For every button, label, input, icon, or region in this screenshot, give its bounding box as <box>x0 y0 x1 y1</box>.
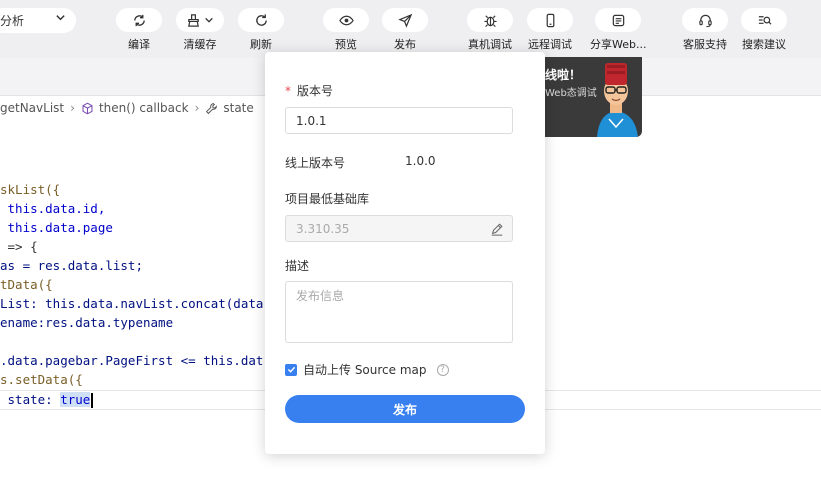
publish-dialog: * 版本号 1.0.1 线上版本号 1.0.0 项目最低基础库 3.310.35 … <box>265 52 545 454</box>
device-debug-button[interactable]: 真机调试 <box>467 8 513 54</box>
sourcemap-row: 自动上传 Source map ? <box>285 361 449 378</box>
code-line: s.setData({ <box>0 372 83 387</box>
clear-cache-label: 清缓存 <box>183 38 217 51</box>
code-line-current: state: true <box>0 390 94 409</box>
breadcrumb-item-then-callback[interactable]: then() callback <box>81 101 189 115</box>
bug-icon <box>483 14 497 27</box>
version-label: * 版本号 <box>285 84 334 98</box>
breadcrumb-item-state[interactable]: state <box>205 101 254 115</box>
refresh-icon <box>255 13 267 26</box>
code-line: as = res.data.list; <box>0 258 143 273</box>
compile-button[interactable]: 编译 <box>116 8 162 54</box>
promo-title: 线啦！ <box>545 68 582 82</box>
code-line: List: this.data.navList.concat(data <box>0 296 264 311</box>
headset-icon <box>698 14 712 27</box>
share-doc-icon <box>612 14 624 26</box>
description-label: 描述 <box>285 259 310 273</box>
mode-select-value: 分析 <box>0 14 25 28</box>
code-line: ename:res.data.typename <box>0 315 174 330</box>
paper-plane-icon <box>397 13 412 28</box>
min-lib-input: 3.310.35 <box>285 215 513 242</box>
version-input[interactable]: 1.0.1 <box>285 107 513 134</box>
text-caret <box>91 393 94 408</box>
clear-cache-button[interactable]: 清缓存 <box>176 8 224 54</box>
remote-debug-button[interactable]: 远程调试 <box>527 8 573 54</box>
help-icon[interactable]: ? <box>436 363 449 376</box>
publish-toolbar-label: 发布 <box>394 38 416 51</box>
refresh-cycle-icon <box>133 14 145 26</box>
min-lib-label: 项目最低基础库 <box>285 192 370 206</box>
chevron-down-icon <box>205 17 213 23</box>
refresh-button[interactable]: 刷新 <box>238 8 284 54</box>
share-web-button[interactable]: 分享Web... <box>590 8 646 54</box>
publish-toolbar-button[interactable]: 发布 <box>382 8 428 54</box>
min-lib-value: 3.310.35 <box>296 221 350 236</box>
code-line: => { <box>0 239 38 254</box>
preview-button[interactable]: 预览 <box>323 8 369 54</box>
description-textarea[interactable]: 发布信息 <box>285 281 513 343</box>
sourcemap-label: 自动上传 Source map <box>303 363 427 377</box>
compile-label: 编译 <box>128 38 150 51</box>
cube-icon <box>82 102 93 114</box>
wrench-icon <box>206 102 218 114</box>
code-line: .data.pagebar.PageFirst <= this.dat <box>0 353 264 368</box>
share-web-label: 分享Web... <box>590 38 647 51</box>
preview-label: 预览 <box>335 38 357 51</box>
refresh-label: 刷新 <box>250 38 272 51</box>
broom-icon <box>188 13 199 27</box>
code-line: skList({ <box>0 182 61 197</box>
search-list-icon <box>758 15 771 25</box>
eye-icon <box>338 15 354 25</box>
toolbar: 分析 编译 清缓存 刷新 预览 发布 真机调试 远程调试 分享Web... 客服… <box>0 0 821 58</box>
required-asterisk: * <box>285 84 291 98</box>
online-version-value: 1.0.0 <box>405 154 436 168</box>
breadcrumb-separator: › <box>194 101 200 115</box>
description-placeholder: 发布信息 <box>296 289 345 303</box>
support-button[interactable]: 客服支持 <box>682 8 728 54</box>
selected-token: true <box>60 392 91 407</box>
code-line: this.data.id, <box>0 201 106 216</box>
publish-button[interactable]: 发布 <box>285 395 525 423</box>
promo-banner[interactable]: 线啦！ Web态调试 <box>545 57 642 137</box>
phone-icon <box>546 13 554 27</box>
breadcrumb-label: then() callback <box>98 101 189 115</box>
pencil-icon[interactable] <box>490 222 504 236</box>
search-advice-label: 搜索建议 <box>742 38 786 51</box>
breadcrumb-separator: › <box>70 101 75 115</box>
promo-subtitle: Web态调试 <box>545 88 597 99</box>
device-debug-label: 真机调试 <box>468 38 512 51</box>
search-advice-button[interactable]: 搜索建议 <box>741 8 787 54</box>
breadcrumb-item-getnavlist[interactable]: getNavList <box>0 101 64 115</box>
code-line: this.data.page <box>0 220 113 235</box>
remote-debug-label: 远程调试 <box>528 38 572 51</box>
mascot-illustration <box>597 63 638 137</box>
online-version-label: 线上版本号 <box>285 156 346 170</box>
version-value: 1.0.1 <box>296 113 327 128</box>
breadcrumb-label: getNavList <box>0 101 65 115</box>
breadcrumb-label: state <box>223 101 254 115</box>
check-icon <box>287 366 295 373</box>
mode-select[interactable]: 分析 <box>0 8 76 33</box>
sourcemap-checkbox[interactable] <box>285 363 297 376</box>
chevron-down-icon <box>55 12 66 26</box>
support-label: 客服支持 <box>683 38 727 51</box>
code-line: tData({ <box>0 277 53 292</box>
